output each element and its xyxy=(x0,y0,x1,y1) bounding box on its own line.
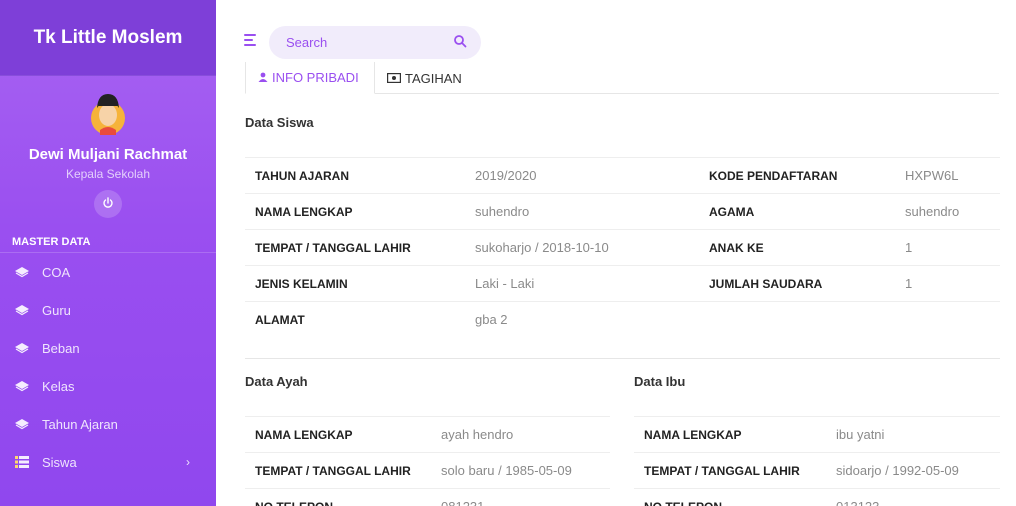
user-name: Dewi Muljani Rachmat xyxy=(28,146,188,163)
table-row: NAMA LENGKAP ibu yatni xyxy=(634,416,1000,452)
menu-toggle-icon[interactable] xyxy=(244,34,256,49)
list-icon xyxy=(12,456,32,468)
avatar xyxy=(86,88,130,136)
tab-label: TAGIHAN xyxy=(405,70,462,86)
user-profile: Dewi Muljani Rachmat Kepala Sekolah xyxy=(0,76,216,218)
table-row: NAMA LENGKAP ayah hendro xyxy=(245,416,610,452)
field-value: solo baru / 1985-05-09 xyxy=(441,463,572,478)
field-value: sidoarjo / 1992-05-09 xyxy=(836,463,959,478)
section-master-data: MASTER DATA xyxy=(0,231,216,253)
chevron-right-icon: › xyxy=(186,455,190,469)
field-value: suhendro xyxy=(905,204,960,219)
field-value: 2019/2020 xyxy=(475,168,537,183)
table-row: TEMPAT / TANGGAL LAHIR solo baru / 1985-… xyxy=(245,452,610,488)
field-value: 013123 xyxy=(836,499,879,506)
layers-icon xyxy=(12,304,32,316)
sidebar-item-siswa[interactable]: Siswa › xyxy=(0,443,216,481)
layers-icon xyxy=(12,342,32,354)
user-role: Kepala Sekolah xyxy=(65,167,151,181)
sidebar: Tk Little Moslem Dewi Muljani Rachmat Ke… xyxy=(0,0,216,506)
tab-bar: INFO PRIBADI TAGIHAN xyxy=(245,62,999,94)
tab-label: INFO PRIBADI xyxy=(272,70,359,85)
money-icon xyxy=(387,71,402,86)
field-value: ibu yatni xyxy=(836,427,885,442)
field-key: TEMPAT / TANGGAL LAHIR xyxy=(644,463,800,478)
sidebar-item-label: Siswa xyxy=(42,454,77,470)
field-value: gba 2 xyxy=(475,312,508,327)
search-icon[interactable] xyxy=(453,34,467,53)
field-value: 081231 xyxy=(441,499,484,506)
section-divider xyxy=(245,358,1000,359)
sidebar-item-guru[interactable]: Guru xyxy=(0,291,216,329)
field-key: TAHUN AJARAN xyxy=(255,168,349,183)
sidebar-item-beban[interactable]: Beban xyxy=(0,329,216,367)
field-key: NAMA LENGKAP xyxy=(255,427,353,442)
field-key: KODE PENDAFTARAN xyxy=(709,168,838,183)
tab-tagihan[interactable]: TAGIHAN xyxy=(387,62,462,94)
tab-info-pribadi[interactable]: INFO PRIBADI xyxy=(245,62,375,94)
field-key: NAMA LENGKAP xyxy=(644,427,742,442)
field-value: 1 xyxy=(905,276,913,291)
logout-button[interactable] xyxy=(94,190,122,218)
table-row: TEMPAT / TANGGAL LAHIR sukoharjo / 2018-… xyxy=(245,229,1000,265)
field-value: Laki - Laki xyxy=(475,276,535,291)
section-title-data-ibu: Data Ibu xyxy=(634,374,686,389)
layers-icon xyxy=(12,418,32,430)
field-key: ANAK KE xyxy=(709,240,764,255)
table-row: TEMPAT / TANGGAL LAHIR sidoarjo / 1992-0… xyxy=(634,452,1000,488)
sidebar-item-label: Tahun Ajaran xyxy=(42,416,118,432)
sidebar-item-label: Beban xyxy=(42,340,80,356)
section-title-data-siswa: Data Siswa xyxy=(245,115,314,130)
top-bar xyxy=(216,0,1016,62)
field-key: JENIS KELAMIN xyxy=(255,276,348,291)
sidebar-item-kelas[interactable]: Kelas xyxy=(0,367,216,405)
power-icon xyxy=(102,196,114,212)
field-value: suhendro xyxy=(475,204,530,219)
layers-icon xyxy=(12,266,32,278)
field-key: NO TELEPON xyxy=(255,500,333,506)
section-title-data-ayah: Data Ayah xyxy=(245,374,308,389)
field-key: AGAMA xyxy=(709,204,755,219)
sidebar-item-label: COA xyxy=(42,264,71,280)
table-row: ALAMAT gba 2 xyxy=(245,301,1000,337)
sidebar-item-label: Kelas xyxy=(42,378,75,394)
app-brand[interactable]: Tk Little Moslem xyxy=(0,0,216,76)
field-value: 1 xyxy=(905,240,913,255)
table-row: NAMA LENGKAP suhendro AGAMA suhendro xyxy=(245,193,1000,229)
table-row: TAHUN AJARAN 2019/2020 KODE PENDAFTARAN … xyxy=(245,157,1000,193)
table-row: NO TELEPON 013123 xyxy=(634,488,1000,506)
field-key: NO TELEPON xyxy=(644,500,722,506)
sidebar-item-label: Guru xyxy=(42,302,71,318)
sidebar-item-tahun-ajaran[interactable]: Tahun Ajaran xyxy=(0,405,216,443)
field-key: NAMA LENGKAP xyxy=(255,204,353,219)
field-value: HXPW6L xyxy=(905,168,959,183)
user-icon xyxy=(258,70,268,85)
field-key: JUMLAH SAUDARA xyxy=(709,276,823,291)
sidebar-item-coa[interactable]: COA xyxy=(0,253,216,291)
field-value: ayah hendro xyxy=(441,427,514,442)
layers-icon xyxy=(12,380,32,392)
table-row: NO TELEPON 081231 xyxy=(245,488,610,506)
search-input[interactable] xyxy=(286,35,436,50)
field-key: TEMPAT / TANGGAL LAHIR xyxy=(255,240,411,255)
field-value: sukoharjo / 2018-10-10 xyxy=(475,240,609,255)
search-bar xyxy=(269,26,481,59)
field-key: TEMPAT / TANGGAL LAHIR xyxy=(255,463,411,478)
table-row: JENIS KELAMIN Laki - Laki JUMLAH SAUDARA… xyxy=(245,265,1000,301)
field-key: ALAMAT xyxy=(255,312,305,327)
